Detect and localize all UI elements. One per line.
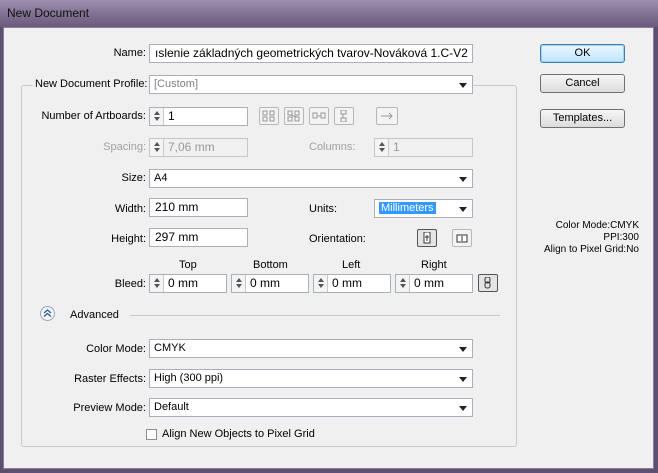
- height-label: Height:: [111, 233, 146, 245]
- advanced-divider: [130, 315, 500, 316]
- spacing-input[interactable]: 7,06 mm: [149, 138, 248, 157]
- bleed-top-label: Top: [179, 259, 197, 271]
- arrange-by-row-icon[interactable]: [309, 107, 329, 125]
- bleed-bottom-input[interactable]: 0 mm: [231, 274, 309, 293]
- units-value: Millimeters: [379, 202, 436, 214]
- name-label: Name:: [113, 47, 146, 59]
- raster-effects-value: High (300 ppi): [154, 372, 224, 384]
- artboards-input[interactable]: 1: [149, 107, 248, 126]
- bleed-right-input[interactable]: 0 mm: [395, 274, 473, 293]
- preview-mode-label: Preview Mode:: [73, 402, 146, 414]
- advanced-collapse-button[interactable]: [40, 306, 55, 321]
- summary-color-mode: Color Mode:CMYK: [555, 220, 639, 231]
- chevron-down-icon: [459, 83, 467, 88]
- chevron-down-icon: [459, 347, 467, 352]
- dialog-body: Name: ıslenie základných geometrických t…: [3, 27, 654, 469]
- bleed-top-stepper[interactable]: [150, 275, 164, 292]
- double-chevron-up-icon: [43, 309, 52, 317]
- align-pixel-grid-label[interactable]: Align New Objects to Pixel Grid: [162, 428, 315, 440]
- bleed-link-button[interactable]: [478, 274, 498, 292]
- preview-mode-value: Default: [154, 401, 189, 413]
- summary-ppi: PPI:300: [603, 232, 639, 243]
- orientation-label: Orientation:: [309, 233, 366, 245]
- dialog-window: New Document Name: ıslenie základných ge…: [0, 0, 658, 473]
- bleed-left-label: Left: [342, 259, 361, 271]
- size-value: A4: [154, 172, 168, 184]
- columns-stepper[interactable]: [375, 139, 389, 156]
- bleed-left-input[interactable]: 0 mm: [313, 274, 391, 293]
- bleed-right-label: Right: [421, 259, 447, 271]
- preview-mode-select[interactable]: Default: [149, 398, 473, 417]
- advanced-label: Advanced: [70, 309, 119, 321]
- units-select[interactable]: Millimeters: [374, 199, 473, 218]
- window-title: New Document: [7, 6, 90, 20]
- columns-input[interactable]: 1: [374, 138, 473, 157]
- templates-button[interactable]: Templates...: [540, 109, 625, 128]
- size-label: Size:: [121, 172, 146, 184]
- arrange-by-column-icon[interactable]: [334, 107, 354, 125]
- bleed-right-stepper[interactable]: [396, 275, 410, 292]
- summary-align: Align to Pixel Grid:No: [543, 244, 639, 255]
- cancel-button[interactable]: Cancel: [540, 74, 625, 93]
- document-name-input[interactable]: ıslenie základných geometrických tvarov-…: [149, 44, 473, 63]
- grid-by-row-icon[interactable]: [259, 107, 279, 125]
- bleed-top-input[interactable]: 0 mm: [149, 274, 227, 293]
- bleed-left-stepper[interactable]: [314, 275, 328, 292]
- chevron-down-icon: [459, 177, 467, 182]
- profile-select[interactable]: [Custom]: [149, 75, 473, 94]
- width-input[interactable]: 210 mm: [149, 198, 248, 217]
- raster-effects-select[interactable]: High (300 ppi): [149, 369, 473, 388]
- artboards-stepper[interactable]: [150, 108, 164, 125]
- bleed-label: Bleed:: [114, 278, 146, 290]
- portrait-orientation-button[interactable]: [417, 229, 437, 247]
- bleed-right-value: 0 mm: [414, 276, 444, 290]
- align-pixel-grid-checkbox[interactable]: [146, 429, 157, 440]
- document-summary: Color Mode:CMYK PPI:300 Align to Pixel G…: [514, 220, 639, 256]
- artboards-value: 1: [168, 109, 175, 123]
- profile-label: New Document Profile:: [32, 78, 151, 90]
- right-to-left-layout-icon[interactable]: [376, 107, 398, 125]
- spacing-stepper[interactable]: [150, 139, 164, 156]
- bleed-bottom-stepper[interactable]: [232, 275, 246, 292]
- color-mode-label: Color Mode:: [86, 343, 146, 355]
- columns-value: 1: [393, 140, 400, 154]
- profile-value: [Custom]: [154, 78, 199, 90]
- chevron-down-icon: [459, 207, 467, 212]
- chevron-down-icon: [459, 406, 467, 411]
- bleed-bottom-value: 0 mm: [250, 276, 280, 290]
- landscape-orientation-button[interactable]: [452, 229, 472, 247]
- artboards-label: Number of Artboards:: [41, 110, 146, 122]
- chevron-down-icon: [459, 377, 467, 382]
- bleed-left-value: 0 mm: [332, 276, 362, 290]
- bleed-top-value: 0 mm: [168, 276, 198, 290]
- height-input[interactable]: 297 mm: [149, 228, 248, 247]
- raster-effects-label: Raster Effects:: [74, 373, 146, 385]
- spacing-label: Spacing:: [103, 141, 146, 153]
- bleed-bottom-label: Bottom: [253, 259, 288, 271]
- color-mode-value: CMYK: [154, 342, 186, 354]
- units-label: Units:: [309, 203, 338, 215]
- grid-by-column-icon[interactable]: [284, 107, 304, 125]
- columns-label: Columns:: [309, 141, 356, 153]
- color-mode-select[interactable]: CMYK: [149, 339, 473, 358]
- size-select[interactable]: A4: [149, 169, 473, 188]
- width-label: Width:: [114, 203, 146, 215]
- ok-button[interactable]: OK: [540, 44, 625, 63]
- title-bar[interactable]: New Document: [0, 0, 658, 27]
- spacing-value: 7,06 mm: [168, 140, 215, 154]
